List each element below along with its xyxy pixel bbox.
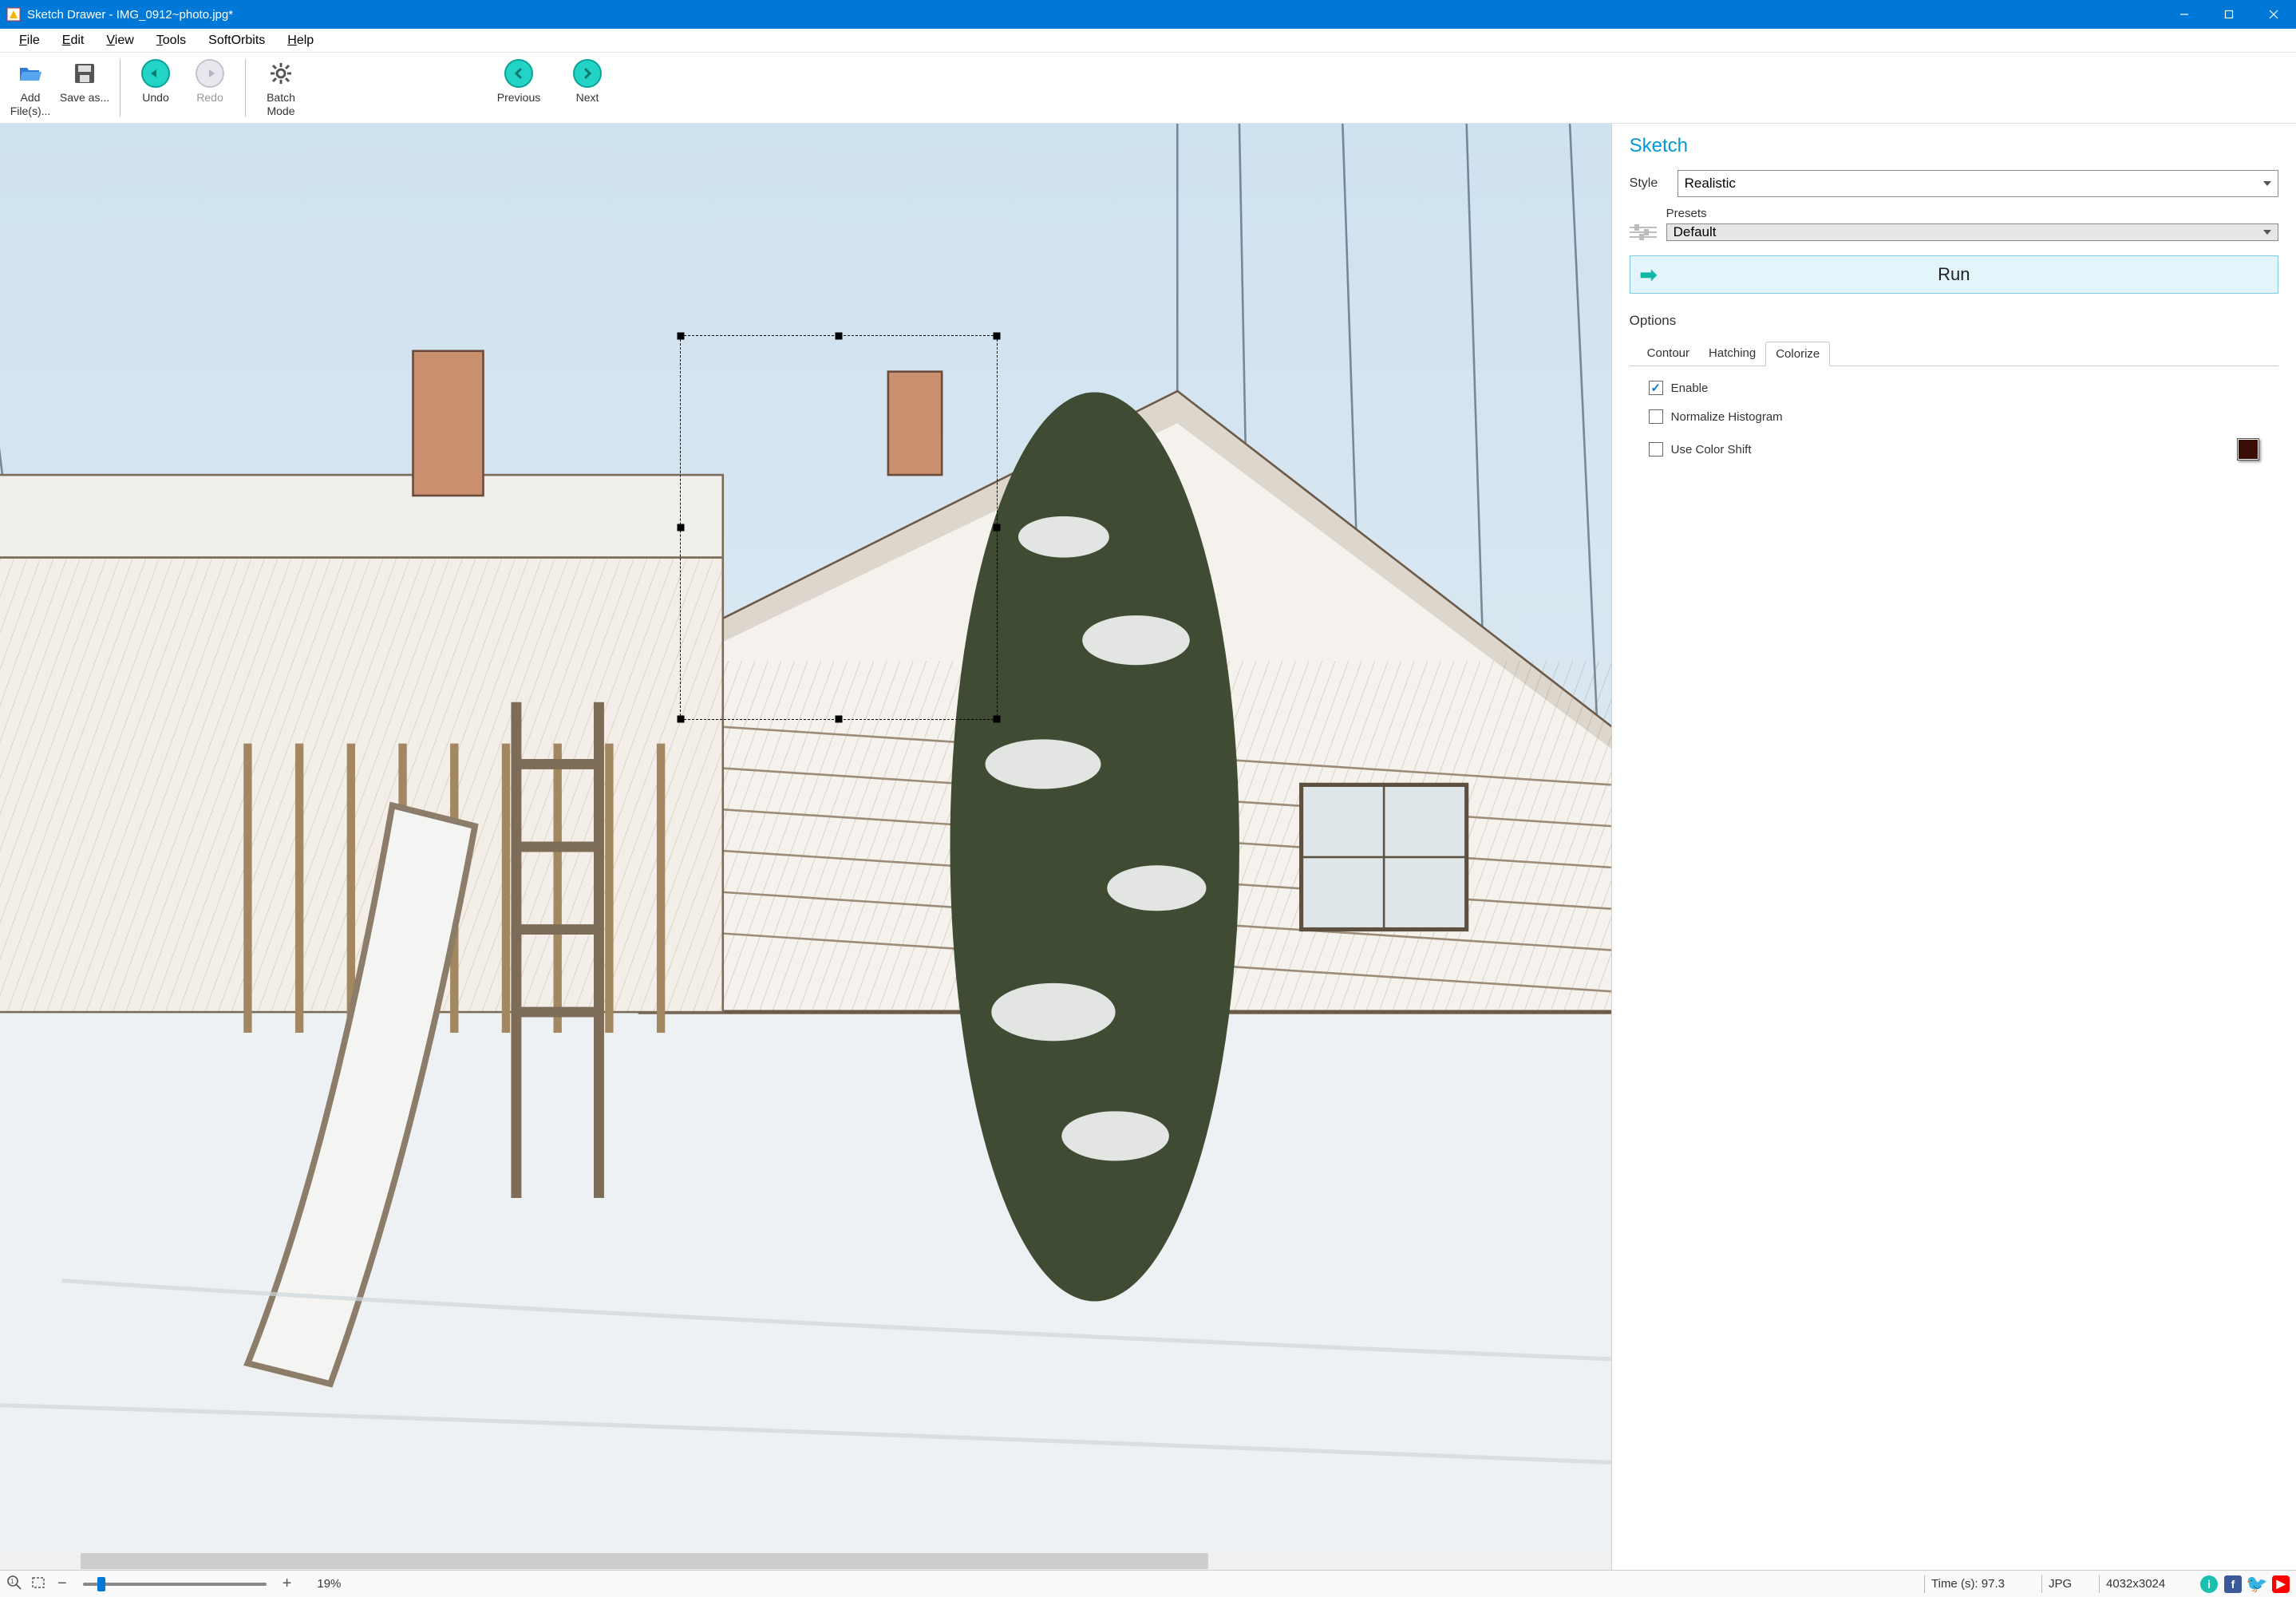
social-links: i f 🐦 ▶ xyxy=(2200,1575,2290,1593)
redo-button: Redo xyxy=(183,56,237,120)
use-color-shift-label: Use Color Shift xyxy=(1671,443,1752,457)
zoom-in-button[interactable]: + xyxy=(279,1575,295,1593)
window-controls xyxy=(2162,0,2296,29)
zoom-value: 19% xyxy=(317,1577,341,1591)
normalize-histogram-label: Normalize Histogram xyxy=(1671,410,1783,424)
status-format: JPG xyxy=(2049,1577,2092,1591)
use-color-shift-checkbox[interactable] xyxy=(1649,442,1663,457)
menu-file[interactable]: File xyxy=(8,30,51,51)
chevron-right-icon xyxy=(573,59,602,88)
tab-colorize[interactable]: Colorize xyxy=(1765,342,1830,366)
color-swatch[interactable] xyxy=(2237,438,2259,461)
enable-checkbox[interactable] xyxy=(1649,381,1663,395)
arrow-right-icon xyxy=(196,59,224,88)
chevron-down-icon xyxy=(2263,181,2271,186)
add-files-button[interactable]: Add File(s)... xyxy=(3,56,57,120)
fit-screen-icon[interactable] xyxy=(30,1575,46,1594)
tab-hatching[interactable]: Hatching xyxy=(1699,342,1765,366)
selection-handle-sw[interactable] xyxy=(677,715,684,722)
status-time: Time (s): 97.3 xyxy=(1931,1577,2035,1591)
panel-heading: Sketch xyxy=(1630,135,2278,157)
undo-button[interactable]: Undo xyxy=(128,56,183,120)
statusbar: 1 − + 19% Time (s): 97.3 JPG 4032x3024 i… xyxy=(0,1570,2296,1597)
menu-edit[interactable]: Edit xyxy=(51,30,96,51)
menu-view[interactable]: View xyxy=(95,30,144,51)
sketch-panel: Sketch Style Realistic Presets Default ➡ xyxy=(1612,124,2296,1570)
save-as-button[interactable]: Save as... xyxy=(57,56,112,120)
selection-handle-n[interactable] xyxy=(835,332,842,339)
chevron-left-icon xyxy=(504,59,533,88)
youtube-icon[interactable]: ▶ xyxy=(2272,1575,2290,1593)
style-select[interactable]: Realistic xyxy=(1678,170,2278,197)
menu-tools[interactable]: Tools xyxy=(145,30,197,51)
toolbar: Add File(s)... Save as... Undo Redo Batc… xyxy=(0,53,2296,124)
arrow-left-icon xyxy=(141,59,170,88)
sliders-icon xyxy=(1630,227,1657,241)
presets-select[interactable]: Default xyxy=(1666,223,2278,241)
selection-handle-w[interactable] xyxy=(677,524,684,531)
normalize-histogram-checkbox[interactable] xyxy=(1649,409,1663,424)
batch-mode-button[interactable]: Batch Mode xyxy=(254,56,308,120)
selection-handle-s[interactable] xyxy=(835,715,842,722)
zoom-out-button[interactable]: − xyxy=(54,1575,70,1593)
window-title: Sketch Drawer - IMG_0912~photo.jpg* xyxy=(27,8,233,22)
zoom-slider[interactable] xyxy=(83,1583,267,1586)
menubar: File Edit View Tools SoftOrbits Help xyxy=(0,29,2296,53)
floppy-icon xyxy=(70,59,99,88)
folder-open-icon xyxy=(16,59,45,88)
scrollbar-thumb[interactable] xyxy=(81,1553,1208,1569)
app-icon xyxy=(6,7,21,22)
arrow-right-bold-icon: ➡ xyxy=(1640,263,1658,287)
status-dimensions: 4032x3024 xyxy=(2106,1577,2194,1591)
selection-handle-nw[interactable] xyxy=(677,332,684,339)
selection-handle-e[interactable] xyxy=(993,524,1000,531)
main-area: Sketch Style Realistic Presets Default ➡ xyxy=(0,124,2296,1570)
menu-help[interactable]: Help xyxy=(276,30,325,51)
options-heading: Options xyxy=(1630,313,2278,329)
svg-text:1: 1 xyxy=(10,1578,14,1585)
option-tabs: Contour Hatching Colorize xyxy=(1630,342,2278,366)
twitter-icon[interactable]: 🐦 xyxy=(2248,1575,2266,1593)
selection-rectangle[interactable] xyxy=(680,335,998,720)
horizontal-scrollbar[interactable] xyxy=(0,1552,1611,1570)
facebook-icon[interactable]: f xyxy=(2224,1575,2242,1593)
selection-handle-se[interactable] xyxy=(993,715,1000,722)
minimize-button[interactable] xyxy=(2162,0,2207,29)
maximize-button[interactable] xyxy=(2207,0,2251,29)
chevron-down-icon xyxy=(2263,230,2271,235)
presets-label: Presets xyxy=(1666,207,2278,220)
app-window: Sketch Drawer - IMG_0912~photo.jpg* File… xyxy=(0,0,2296,1597)
zoom-slider-thumb[interactable] xyxy=(97,1577,105,1591)
next-button[interactable]: Next xyxy=(560,56,615,120)
style-label: Style xyxy=(1630,176,1678,191)
menu-softorbits[interactable]: SoftOrbits xyxy=(197,30,276,51)
canvas[interactable] xyxy=(0,124,1612,1570)
info-icon[interactable]: i xyxy=(2200,1575,2218,1593)
selection-handle-ne[interactable] xyxy=(993,332,1000,339)
tab-contour[interactable]: Contour xyxy=(1638,342,1699,366)
close-button[interactable] xyxy=(2251,0,2296,29)
titlebar: Sketch Drawer - IMG_0912~photo.jpg* xyxy=(0,0,2296,29)
previous-button[interactable]: Previous xyxy=(492,56,546,120)
zoom-actual-icon[interactable]: 1 xyxy=(6,1575,22,1594)
enable-label: Enable xyxy=(1671,381,1709,395)
gear-icon xyxy=(267,59,295,88)
run-button[interactable]: ➡ Run xyxy=(1630,255,2278,294)
